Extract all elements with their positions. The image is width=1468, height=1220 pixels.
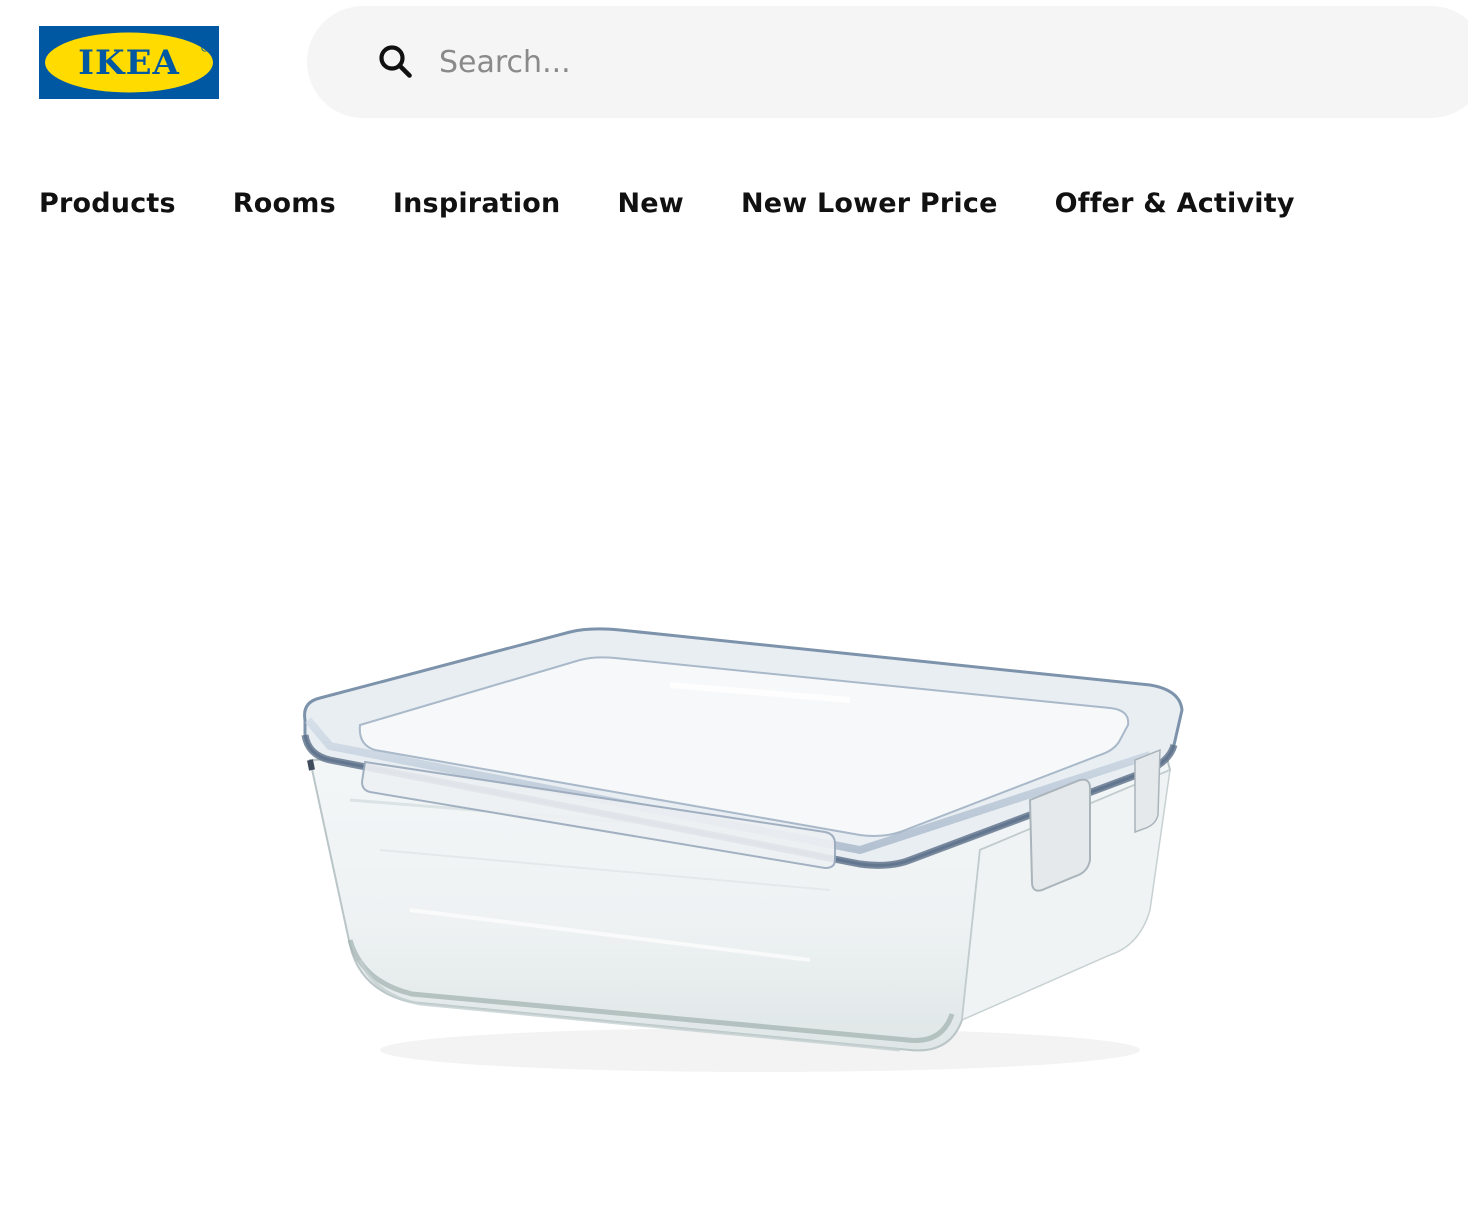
ikea-logo-graphic: IKEA R: [39, 26, 219, 99]
ikea-logo[interactable]: IKEA R: [39, 26, 219, 99]
search-icon[interactable]: [377, 43, 415, 81]
main-nav: Products Rooms Inspiration New New Lower…: [39, 178, 1352, 228]
nav-item-offer-activity[interactable]: Offer & Activity: [1055, 188, 1295, 219]
nav-item-inspiration[interactable]: Inspiration: [393, 188, 561, 219]
svg-text:R: R: [204, 46, 207, 51]
nav-item-products[interactable]: Products: [39, 188, 176, 219]
product-image[interactable]: [290, 610, 1200, 1090]
glass-food-container-icon: [301, 627, 1184, 1072]
svg-text:IKEA: IKEA: [78, 43, 180, 83]
search-bar[interactable]: [307, 6, 1468, 118]
nav-item-new[interactable]: New: [617, 188, 683, 219]
nav-item-new-lower-price[interactable]: New Lower Price: [741, 188, 998, 219]
nav-item-rooms[interactable]: Rooms: [233, 188, 336, 219]
search-input[interactable]: [439, 34, 1339, 90]
